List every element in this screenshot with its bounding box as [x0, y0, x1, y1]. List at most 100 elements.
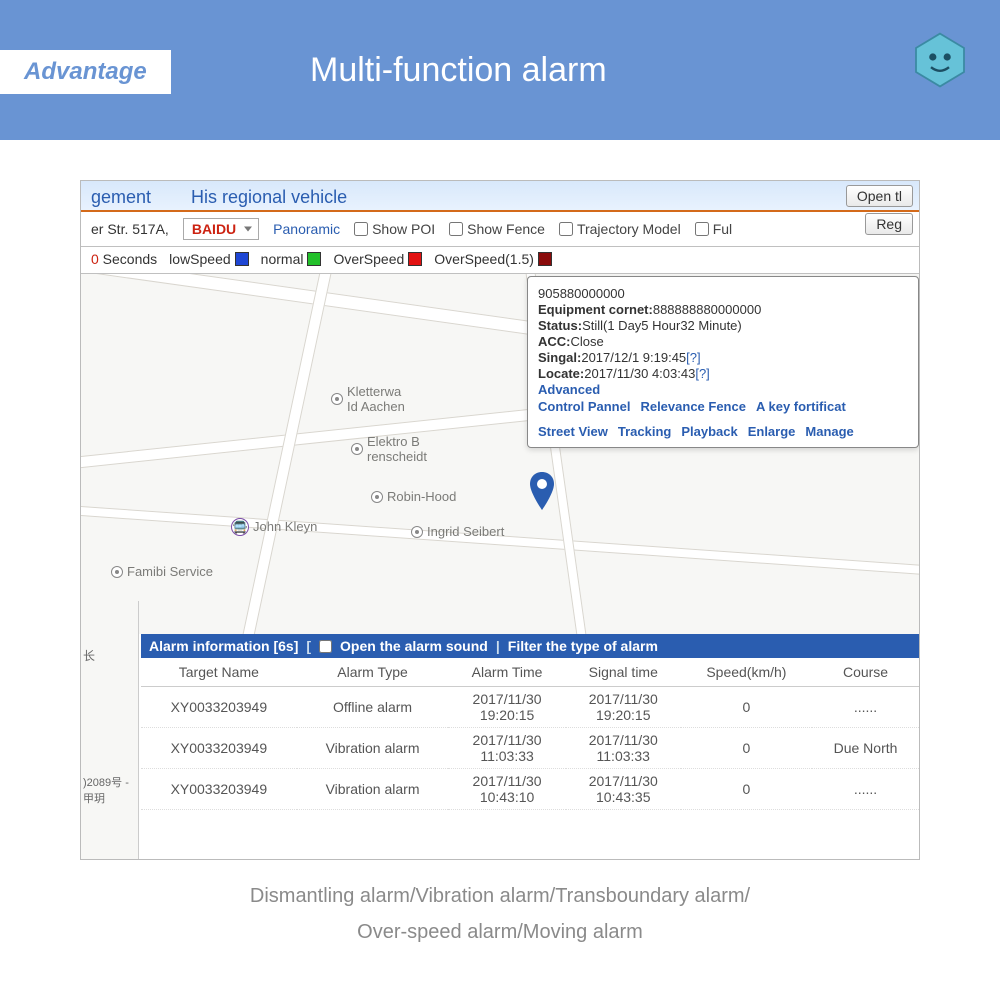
poi-johnkleyn: 🚍John Kleyn: [231, 519, 317, 534]
col-type[interactable]: Alarm Type: [297, 658, 449, 687]
poi-dot-icon: [331, 393, 343, 405]
tooltip-locate-label: Locate:: [538, 366, 584, 381]
alarm-table-wrap: Target Name Alarm Type Alarm Time Signal…: [141, 658, 919, 810]
panoramic-link[interactable]: Panoramic: [273, 221, 340, 237]
show-poi-label: Show POI: [372, 221, 435, 237]
legend-lowspeed: lowSpeed: [169, 251, 249, 267]
swatch-blue-icon: [235, 252, 249, 266]
legend-overspeed-label: OverSpeed: [333, 251, 404, 267]
table-header-row: Target Name Alarm Type Alarm Time Signal…: [141, 658, 919, 687]
tooltip-status-label: Status:: [538, 318, 582, 333]
tooltip-locate: Locate:2017/11/30 4:03:43[?]: [538, 366, 908, 381]
poi-ingrid: Ingrid Seibert: [411, 524, 504, 539]
help-icon[interactable]: [?]: [686, 350, 700, 365]
trajectory-box[interactable]: [559, 222, 573, 236]
legend-lowspeed-label: lowSpeed: [169, 251, 231, 267]
poi-label: Id Aachen: [347, 399, 405, 414]
alarm-header: Alarm information [6s] [ Open the alarm …: [141, 634, 919, 658]
alarm-title: Alarm information [6s]: [149, 638, 298, 654]
poi-label: Kletterwa: [347, 384, 405, 399]
cell-time: 2017/11/3011:03:33: [448, 728, 565, 769]
show-fence-checkbox[interactable]: Show Fence: [449, 221, 545, 237]
control-panel-link[interactable]: Control Pannel: [538, 399, 630, 414]
legend-normal-label: normal: [261, 251, 304, 267]
cell-time: 2017/11/3019:20:15: [448, 687, 565, 728]
table-row[interactable]: XY0033203949Vibration alarm2017/11/3011:…: [141, 728, 919, 769]
open-alarm-sound-checkbox[interactable]: [319, 640, 332, 653]
advanced-link[interactable]: Advanced: [538, 382, 600, 397]
full-label: Ful: [713, 221, 732, 237]
poi-dot-icon: [371, 491, 383, 503]
tooltip-equipment: Equipment cornet:888888880000000: [538, 302, 908, 317]
cell-signal: 2017/11/3019:20:15: [566, 687, 681, 728]
poi-robinhood: Robin-Hood: [371, 489, 456, 504]
col-signal[interactable]: Signal time: [566, 658, 681, 687]
poi-label: Elektro B: [367, 434, 427, 449]
header-label: Advantage: [24, 58, 147, 85]
brand-logo-icon: [910, 30, 970, 90]
tooltip-signal-value: 2017/12/1 9:19:45: [581, 350, 686, 365]
show-poi-checkbox[interactable]: Show POI: [354, 221, 435, 237]
relevance-fence-link[interactable]: Relevance Fence: [640, 399, 746, 414]
col-time[interactable]: Alarm Time: [448, 658, 565, 687]
app-panel: gement His regional vehicle er Str. 517A…: [80, 180, 920, 860]
trajectory-checkbox[interactable]: Trajectory Model: [559, 221, 681, 237]
show-poi-box[interactable]: [354, 222, 368, 236]
separator: |: [496, 638, 500, 654]
swatch-darkred-icon: [538, 252, 552, 266]
map-area[interactable]: KletterwaId Aachen Elektro Brenscheidt R…: [81, 274, 919, 634]
tooltip-status-value: Still(1 Day5 Hour32 Minute): [582, 318, 742, 333]
map-pin-icon[interactable]: [529, 472, 555, 513]
open-alarm-sound-label: Open the alarm sound: [340, 638, 488, 654]
poi-label: John Kleyn: [253, 519, 317, 534]
header-title: Multi-function alarm: [310, 51, 607, 90]
tab-regional-vehicle[interactable]: His regional vehicle: [191, 187, 347, 208]
table-row[interactable]: XY0033203949Offline alarm2017/11/3019:20…: [141, 687, 919, 728]
promo-header: Advantage Multi-function alarm: [0, 0, 1000, 140]
tab-management[interactable]: gement: [91, 187, 151, 208]
cell-target: XY0033203949: [141, 728, 297, 769]
enlarge-link[interactable]: Enlarge: [748, 424, 796, 439]
swatch-green-icon: [307, 252, 321, 266]
open-button[interactable]: Open tl: [846, 185, 913, 207]
cell-speed: 0: [681, 728, 812, 769]
trajectory-label: Trajectory Model: [577, 221, 681, 237]
poi-label: renscheidt: [367, 449, 427, 464]
tooltip-signal-label: Singal:: [538, 350, 581, 365]
full-checkbox[interactable]: Ful: [695, 221, 732, 237]
cell-speed: 0: [681, 687, 812, 728]
cell-course: ......: [812, 769, 919, 810]
map-side-buttons: Open tl Reg: [846, 185, 913, 235]
show-fence-box[interactable]: [449, 222, 463, 236]
help-icon[interactable]: [?]: [695, 366, 709, 381]
strip-text: 长: [83, 647, 136, 664]
key-fortification-link[interactable]: A key fortificat: [756, 399, 846, 414]
col-speed[interactable]: Speed(km/h): [681, 658, 812, 687]
tooltip-links: Control Pannel Relevance Fence A key for…: [538, 399, 908, 439]
col-course[interactable]: Course: [812, 658, 919, 687]
device-tooltip: 905880000000 Equipment cornet:8888888800…: [527, 276, 919, 448]
legend-overspeed15: OverSpeed(1.5): [434, 251, 552, 267]
tracking-link[interactable]: Tracking: [618, 424, 671, 439]
tab-bar: gement His regional vehicle: [81, 181, 919, 212]
cell-target: XY0033203949: [141, 769, 297, 810]
cell-signal: 2017/11/3010:43:35: [566, 769, 681, 810]
playback-link[interactable]: Playback: [681, 424, 737, 439]
poi-famibi: Famibi Service: [111, 564, 213, 579]
col-target[interactable]: Target Name: [141, 658, 297, 687]
full-box[interactable]: [695, 222, 709, 236]
table-row[interactable]: XY0033203949Vibration alarm2017/11/3010:…: [141, 769, 919, 810]
map-provider-dropdown[interactable]: BAIDU: [183, 218, 259, 240]
reg-button[interactable]: Reg: [865, 213, 913, 235]
filter-alarm-type-link[interactable]: Filter the type of alarm: [508, 638, 658, 654]
swatch-red-icon: [408, 252, 422, 266]
manage-link[interactable]: Manage: [805, 424, 853, 439]
legend-normal: normal: [261, 251, 322, 267]
poi-elektro: Elektro Brenscheidt: [351, 434, 427, 464]
header-underline: [0, 94, 186, 98]
cell-type: Offline alarm: [297, 687, 449, 728]
cell-type: Vibration alarm: [297, 728, 449, 769]
street-view-link[interactable]: Street View: [538, 424, 608, 439]
cell-signal: 2017/11/3011:03:33: [566, 728, 681, 769]
tooltip-acc-label: ACC:: [538, 334, 571, 349]
